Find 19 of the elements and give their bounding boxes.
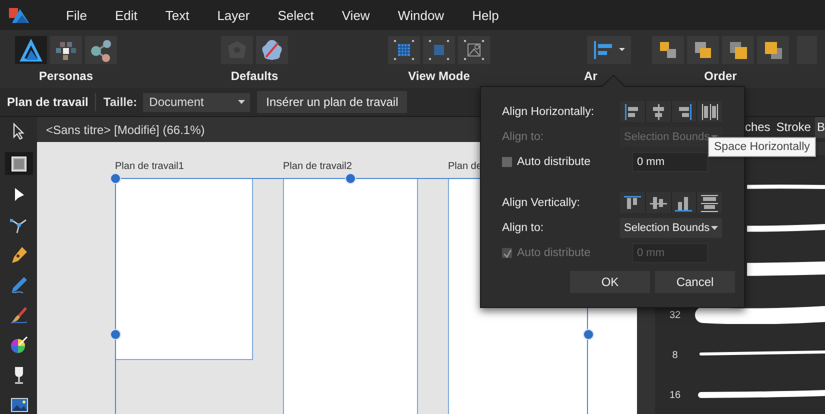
brush-size: 32 [668, 310, 682, 320]
size-label: Taille: [103, 95, 138, 109]
tooltip: Space Horizontally [708, 137, 816, 157]
section-label: Align Vertically: [502, 196, 581, 208]
group-label: Order [704, 69, 737, 83]
artboard-label: Plan de travail1 [115, 161, 184, 172]
checkbox-label: Auto distribute [517, 247, 591, 259]
checkbox-label: Auto distribute [517, 156, 591, 168]
artboard-label: Plan de travail2 [283, 161, 352, 172]
group-label: View Mode [408, 69, 470, 83]
group-label: Ar [584, 69, 598, 83]
brush-size: 16 [668, 390, 682, 400]
align-to-label: Align to: [502, 222, 545, 234]
section-label: Align Horizontally: [502, 106, 596, 118]
align-to-label: Align to: [502, 131, 545, 143]
brush-size: 8 [671, 350, 679, 360]
group-label: Personas [38, 69, 94, 83]
context-title: Plan de travail [7, 95, 88, 109]
group-label: Defaults [230, 69, 278, 83]
